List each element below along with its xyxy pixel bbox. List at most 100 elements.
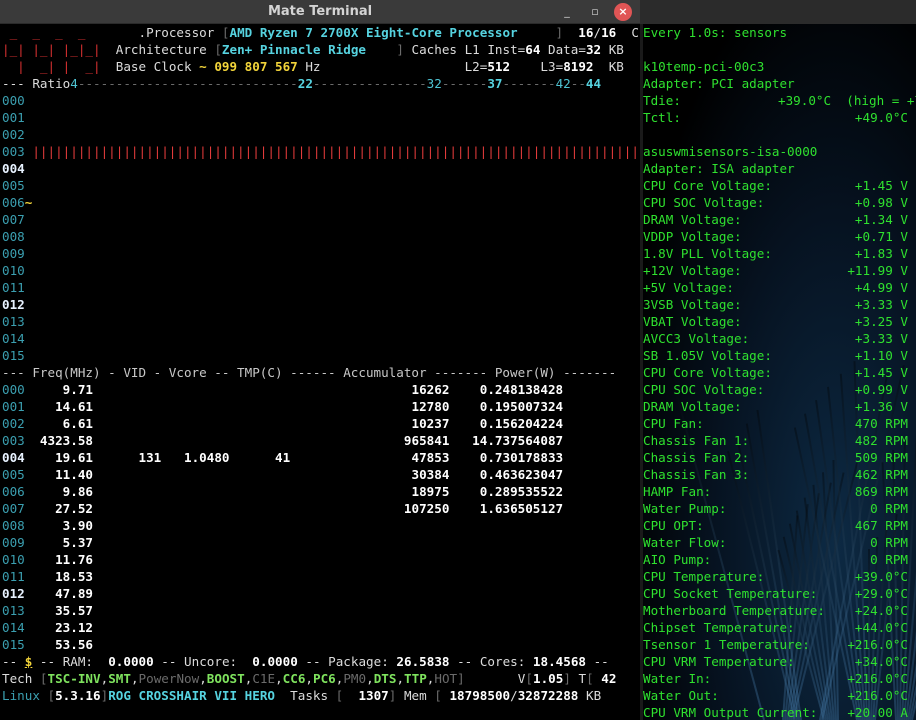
- freq-cell: 6.61: [24, 416, 93, 431]
- maximize-button[interactable]: ▫: [585, 2, 605, 22]
- sensor-line: CPU VRM Output Current: +20.00 A: [643, 704, 916, 720]
- core-id: 004: [2, 450, 25, 465]
- sensors-terminal[interactable]: Every 1.0s: sensors k10temp-pci-00c3 Adapt…: [643, 24, 916, 720]
- sensor-line: VDDP Voltage: +0.71 V: [643, 228, 916, 245]
- core-id: 000: [2, 93, 25, 108]
- sensor-line: CPU Fan: 470 RPM: [643, 415, 916, 432]
- freq-cell: 9.71: [24, 382, 93, 397]
- freq-cell: 3.90: [24, 518, 93, 533]
- core-id: 011: [2, 569, 25, 584]
- freq-cell: 18.53: [24, 569, 93, 584]
- power-cell: 0.730178833: [449, 450, 564, 465]
- processor-value: AMD Ryzen 7 2700X Eight-Core Processor: [229, 25, 518, 40]
- tech-flag: PowerNow: [138, 671, 200, 686]
- frequency-bar: ||||||||||||||||||||||||||||||||||||||||…: [24, 144, 642, 159]
- sensor-line: VBAT Voltage: +3.25 V: [643, 313, 916, 330]
- corefreq-terminal[interactable]: _ _ _ _ .Processor [AMD Ryzen 7 2700X Ei…: [0, 24, 642, 720]
- power-cell: [449, 603, 563, 618]
- sensor-value: +4.99 V: [854, 280, 908, 295]
- sensor-line: Every 1.0s: sensors: [643, 24, 916, 41]
- tilde-marker: ~: [24, 195, 33, 210]
- sensor-line: [643, 126, 916, 143]
- l2-value: 512: [487, 59, 511, 74]
- sensor-line: [643, 41, 916, 58]
- kb-unit-2: KB: [608, 59, 624, 74]
- close-button[interactable]: ×: [614, 3, 632, 21]
- sensor-value: +1.36 V: [854, 399, 908, 414]
- freq-cell: 5.37: [24, 535, 93, 550]
- tech-label: Tech: [2, 671, 33, 686]
- sensor-label: CPU Core Voltage:: [643, 365, 772, 380]
- acc-cell: 30384: [290, 467, 450, 482]
- tmp-cell: [230, 433, 291, 448]
- voltage-value: 1.05: [532, 671, 564, 686]
- tmp-cell: [230, 603, 291, 618]
- vid-cell: [93, 518, 161, 533]
- sensor-label: Water Pump:: [643, 501, 727, 516]
- power-cell: 0.289535522: [449, 484, 564, 499]
- sensor-label: Chassis Fan 2:: [643, 450, 750, 465]
- vcore-cell: [161, 637, 229, 652]
- kb-unit: KB: [608, 42, 624, 57]
- ratio-mark: 32: [426, 76, 442, 91]
- vcore-cell: [161, 586, 229, 601]
- ratio-mark: 22: [297, 76, 313, 91]
- graph-row: 002: [2, 126, 25, 143]
- architecture-line: |_| |_| |_|_| Architecture [Zen+ Pinnacl…: [2, 42, 624, 57]
- cores-label: Cores:: [479, 654, 526, 669]
- core-id: 005: [2, 178, 25, 193]
- power-cell: [449, 586, 563, 601]
- sensor-label: Tsensor 1 Temperature:: [643, 637, 810, 652]
- sensor-label: AVCC3 Voltage:: [643, 331, 750, 346]
- core-id: 012: [2, 586, 25, 601]
- power-cell: 0.156204224: [449, 416, 564, 431]
- freq-cell: 19.61: [24, 450, 93, 465]
- tech-flag: BOOST: [206, 671, 245, 686]
- sensor-value: 462 RPM: [854, 467, 908, 482]
- vcore-cell: [161, 416, 229, 431]
- power-cell: 14.737564087: [449, 433, 564, 448]
- sensor-label: asuswmisensors-isa-0000: [643, 144, 818, 159]
- sensor-label: +12V Voltage:: [643, 263, 742, 278]
- acc-cell: 47853: [290, 450, 450, 465]
- sensor-label: HAMP Fan:: [643, 484, 712, 499]
- vid-cell: [93, 416, 161, 431]
- graph-row: 012: [2, 296, 25, 313]
- tmp-cell: [230, 484, 291, 499]
- tmp-cell: [230, 518, 291, 533]
- sensor-label: k10temp-pci-00c3: [643, 59, 765, 74]
- vid-cell: [93, 586, 161, 601]
- core-id: 014: [2, 620, 25, 635]
- minimize-button[interactable]: _: [557, 2, 577, 22]
- table-row: 007 27.52 107250 1.636505127: [2, 500, 563, 517]
- sensor-value: +11.99 V: [847, 263, 908, 278]
- tmp-cell: [230, 535, 291, 550]
- sensor-label: Tdie:: [643, 93, 681, 108]
- table-row: 000 9.71 16262 0.248138428: [2, 381, 563, 398]
- sensor-line: Motherboard Temperature: +24.0°C: [643, 602, 916, 619]
- mem-unit: KB: [585, 688, 602, 703]
- title-bar[interactable]: Mate Terminal _ ▫ ×: [0, 0, 640, 24]
- freq-cell: 23.12: [24, 620, 93, 635]
- sensor-line: HAMP Fan: 869 RPM: [643, 483, 916, 500]
- table-row: 005 11.40 30384 0.463623047: [2, 466, 563, 483]
- sensor-label: Water Flow:: [643, 535, 727, 550]
- sensor-line: +12V Voltage: +11.99 V: [643, 262, 916, 279]
- sensor-line: CPU SOC Voltage: +0.98 V: [643, 194, 916, 211]
- ratio-label: Ratio: [32, 76, 71, 91]
- ratio-mark: 37: [487, 76, 503, 91]
- vid-cell: [93, 620, 161, 635]
- sensor-line: Tctl: +49.0°C: [643, 109, 916, 126]
- data-label: Data: [548, 42, 579, 57]
- freq-cell: 9.86: [24, 484, 93, 499]
- vid-cell: [93, 603, 161, 618]
- base-clock-value: 099 807 567: [214, 59, 298, 74]
- sensor-value: 482 RPM: [854, 433, 908, 448]
- temp-label: T: [578, 671, 587, 686]
- core-id: 014: [2, 331, 25, 346]
- vcore-cell: [161, 552, 229, 567]
- acc-cell: [290, 586, 449, 601]
- os-label: Linux: [2, 688, 40, 703]
- acc-cell: [290, 518, 449, 533]
- table-row: 013 35.57: [2, 602, 563, 619]
